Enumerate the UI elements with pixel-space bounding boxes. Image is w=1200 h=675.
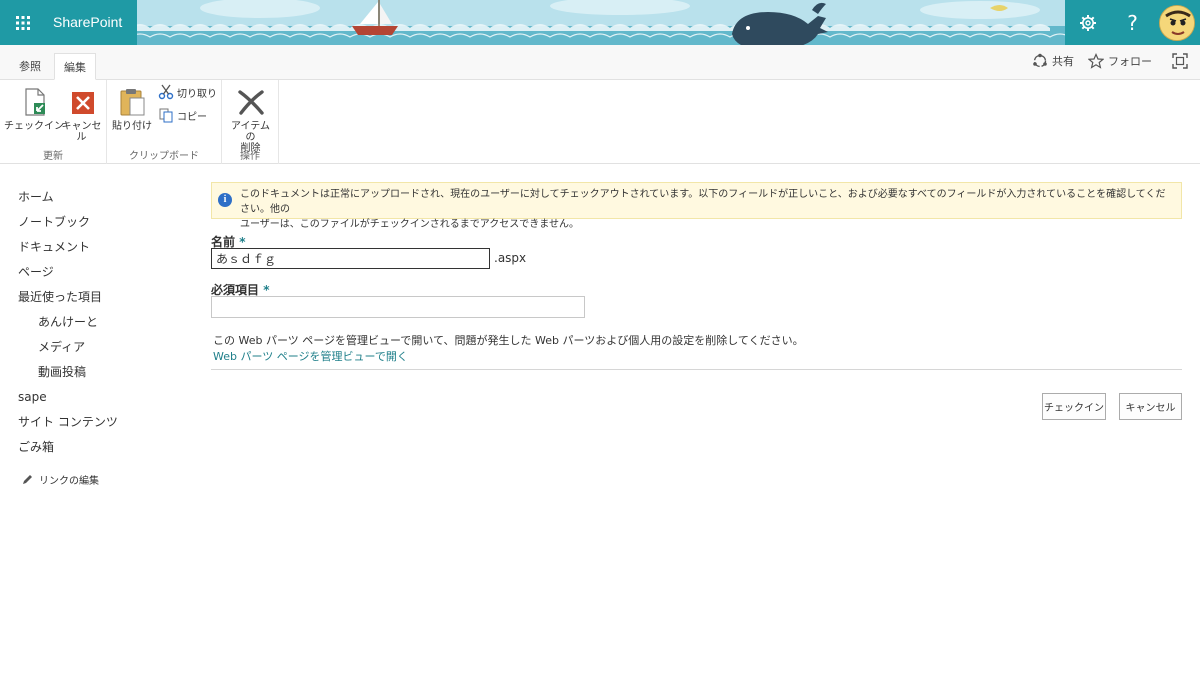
paste-ribbon-button[interactable]: 貼り付け [112,86,152,132]
checkin-icon [25,88,45,116]
app-launcher-icon[interactable] [0,0,45,45]
avatar[interactable] [1159,4,1195,41]
cancel-ribbon-label: キャンセル [61,121,102,143]
ribbon-group-update: チェックイン キャンセル 更新 [0,80,107,164]
delete-x-icon [237,90,264,115]
ribbon: チェックイン キャンセル 更新 貼り付け 切り取り コピー クリップボード アイ… [0,80,1200,164]
nav-item-sape[interactable]: sape [18,385,188,410]
checkin-button[interactable]: チェックイン [1042,393,1106,420]
info-icon: i [218,193,232,207]
follow-label: フォロー [1108,55,1152,68]
edit-links-label: リンクの編集 [39,476,99,487]
notice-line-1: このドキュメントは正常にアップロードされ、現在のユーザーに対してチェックアウトさ… [240,189,1166,215]
nav-item-notebook[interactable]: ノートブック [18,210,188,235]
form-divider [211,369,1182,370]
star-icon [1088,53,1104,69]
nav-item-site-contents[interactable]: サイト コンテンツ [18,410,188,435]
nav-item-pages[interactable]: ページ [18,260,188,285]
scissors-icon [158,84,174,100]
notice-message: このドキュメントは正常にアップロードされ、現在のユーザーに対してチェックアウトさ… [240,187,1175,232]
quick-launch-nav: ホーム ノートブック ドキュメント ページ 最近使った項目 あんけーと メディア… [18,185,188,487]
page-actions: 共有 フォロー [1018,53,1192,69]
cancel-ribbon-button[interactable]: キャンセル [57,86,106,143]
checkin-ribbon-label: チェックイン [4,121,64,132]
ocean-banner-image [0,0,1200,45]
checkout-notice: i このドキュメントは正常にアップロードされ、現在のユーザーに対してチェックアウ… [211,182,1182,230]
checkin-ribbon-button[interactable]: チェックイン [4,86,64,132]
name-input[interactable] [211,248,490,269]
nav-item-documents[interactable]: ドキュメント [18,235,188,260]
delete-item-ribbon-button[interactable]: アイテムの 削除 [228,86,273,154]
tab-browse[interactable]: 参照 [10,53,50,80]
nav-item-home[interactable]: ホーム [18,185,188,210]
cancel-icon [71,92,94,114]
tab-edit[interactable]: 編集 [54,53,96,80]
webpart-maintenance-link[interactable]: Web パーツ ページを管理ビューで開く [213,348,408,364]
gear-icon[interactable] [1065,0,1110,45]
share-icon [1033,53,1047,68]
sharepoint-brand-link[interactable]: SharePoint [45,0,137,45]
copy-ribbon-label: コピー [177,111,207,123]
ribbon-tab-row: 参照 編集 共有 フォロー [0,45,1200,80]
required-asterisk: * [239,235,246,249]
webpart-maintenance-message: この Web パーツ ページを管理ビューで開いて、問題が発生した Web パーツ… [213,334,804,347]
required-field-input[interactable] [211,296,585,318]
nav-item-survey[interactable]: あんけーと [18,310,188,335]
cut-ribbon-label: 切り取り [177,88,217,100]
paste-ribbon-label: 貼り付け [112,121,152,132]
nav-item-recycle-bin[interactable]: ごみ箱 [18,435,188,460]
cut-ribbon-button[interactable]: 切り取り [158,84,217,100]
share-button[interactable]: 共有 [1032,53,1074,69]
nav-item-video-post[interactable]: 動画投稿 [18,360,188,385]
copy-ribbon-button[interactable]: コピー [158,107,207,123]
edit-links-button[interactable]: リンクの編集 [18,472,188,487]
focus-icon [1172,53,1188,69]
name-label-text: 名前 [211,235,236,249]
required-asterisk: * [263,283,270,297]
paste-icon [120,89,145,116]
copy-icon [159,108,173,123]
follow-button[interactable]: フォロー [1088,53,1152,69]
delete-item-label-line1: アイテムの [231,121,270,143]
focus-on-content-button[interactable] [1172,53,1192,69]
ribbon-group-label-clipboard: クリップボード [129,151,199,162]
ribbon-group-clipboard: 貼り付け 切り取り コピー クリップボード [107,80,222,164]
notice-line-2: ユーザーは、このファイルがチェックインされるまでアクセスできません。 [240,219,579,230]
ribbon-group-label-update: 更新 [43,151,63,162]
suite-bar: SharePoint ? [0,0,1200,45]
file-extension-label: .aspx [494,251,527,265]
nav-item-media[interactable]: メディア [18,335,188,360]
help-icon[interactable]: ? [1110,0,1155,45]
ribbon-group-label-actions: 操作 [240,151,260,162]
nav-item-recent[interactable]: 最近使った項目 [18,285,188,310]
required-field-label-text: 必須項目 [211,283,260,297]
share-label: 共有 [1052,55,1074,68]
suite-bar-right: ? [1065,0,1200,45]
ribbon-group-actions: アイテムの 削除 操作 [222,80,279,164]
cancel-button[interactable]: キャンセル [1119,393,1182,420]
pencil-icon [23,474,32,484]
